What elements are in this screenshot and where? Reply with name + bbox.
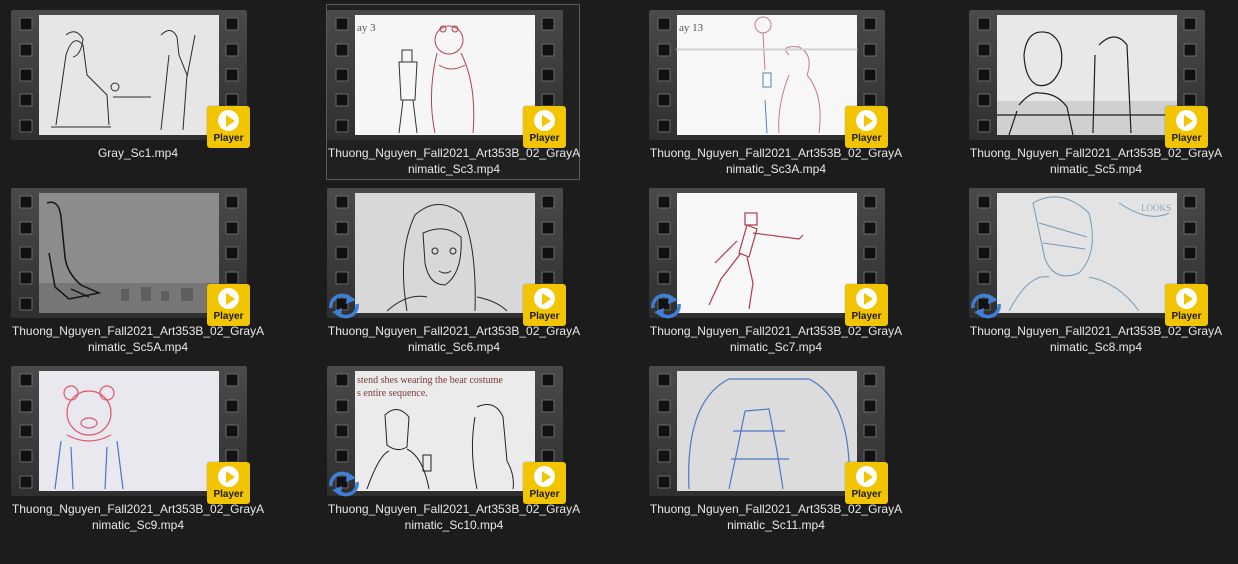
player-badge: Player	[1165, 106, 1208, 148]
file-name-line1: Thuong_Nguyen_Fall2021_Art353B_02_GrayA	[649, 324, 903, 338]
svg-text:stend shes wearing the bear co: stend shes wearing the bear costume	[357, 375, 503, 386]
file-name-line1: Thuong_Nguyen_Fall2021_Art353B_02_GrayA	[649, 502, 903, 516]
file-item[interactable]: LOOKS Player Thuong_Nguyen_Fall2021_Art3…	[968, 182, 1222, 358]
player-label: Player	[851, 489, 882, 500]
svg-text:s entire sequence.: s entire sequence.	[357, 388, 428, 399]
file-item[interactable]: Player Thuong_Nguyen_Fall2021_Art353B_02…	[648, 360, 902, 536]
file-name-line2: nimatic_Sc7.mp4	[729, 340, 823, 354]
sync-pending-icon	[651, 293, 681, 319]
file-name-line2: nimatic_Sc3.mp4	[407, 162, 501, 176]
file-item[interactable]: ay 13 Player Thuong_Nguyen_Fall2021_Art3…	[648, 4, 902, 180]
file-name: Thuong_Nguyen_Fall2021_Art353B_02_GrayAn…	[969, 323, 1223, 355]
player-label: Player	[213, 489, 244, 500]
file-name-line1: Gray_Sc1.mp4	[97, 146, 179, 160]
file-name-line1: Thuong_Nguyen_Fall2021_Art353B_02_GrayA	[969, 324, 1223, 338]
file-name-line1: Thuong_Nguyen_Fall2021_Art353B_02_GrayA	[969, 146, 1223, 160]
sync-pending-icon	[329, 293, 359, 319]
sync-pending-icon	[971, 293, 1001, 319]
svg-text:LOOKS: LOOKS	[1141, 203, 1171, 213]
file-name: Thuong_Nguyen_Fall2021_Art353B_02_GrayAn…	[649, 145, 903, 177]
player-badge: Player	[207, 284, 250, 326]
player-label: Player	[529, 133, 560, 144]
file-name-line1: Thuong_Nguyen_Fall2021_Art353B_02_GrayA	[327, 502, 581, 516]
player-badge: Player	[845, 462, 888, 504]
player-label: Player	[529, 311, 560, 322]
file-name: Thuong_Nguyen_Fall2021_Art353B_02_GrayAn…	[327, 323, 581, 355]
file-name: Thuong_Nguyen_Fall2021_Art353B_02_GrayAn…	[11, 323, 265, 355]
file-name-line2: nimatic_Sc9.mp4	[91, 518, 185, 532]
file-item[interactable]: Player Gray_Sc1.mp4	[10, 4, 264, 180]
file-name-line2: nimatic_Sc10.mp4	[404, 518, 504, 532]
player-label: Player	[213, 311, 244, 322]
file-name: Thuong_Nguyen_Fall2021_Art353B_02_GrayAn…	[969, 145, 1223, 177]
sync-pending-icon	[329, 471, 359, 497]
file-name-line1: Thuong_Nguyen_Fall2021_Art353B_02_GrayA	[649, 146, 903, 160]
player-label: Player	[1171, 311, 1202, 322]
file-name: Thuong_Nguyen_Fall2021_Art353B_02_GrayAn…	[327, 501, 581, 533]
player-badge: Player	[523, 284, 566, 326]
file-name-line2: nimatic_Sc5.mp4	[1049, 162, 1143, 176]
file-item[interactable]: Player Thuong_Nguyen_Fall2021_Art353B_02…	[10, 182, 264, 358]
file-name-line1: Thuong_Nguyen_Fall2021_Art353B_02_GrayA	[327, 324, 581, 338]
file-name-line2: nimatic_Sc6.mp4	[407, 340, 501, 354]
file-name: Thuong_Nguyen_Fall2021_Art353B_02_GrayAn…	[327, 145, 581, 177]
file-item[interactable]: Player Thuong_Nguyen_Fall2021_Art353B_02…	[326, 182, 580, 358]
file-item[interactable]: stend shes wearing the bear costume s en…	[326, 360, 580, 536]
file-name: Thuong_Nguyen_Fall2021_Art353B_02_GrayAn…	[11, 501, 265, 533]
player-label: Player	[213, 133, 244, 144]
player-badge: Player	[207, 106, 250, 148]
file-name: Gray_Sc1.mp4	[11, 145, 265, 161]
file-item[interactable]: ay 3 Player Thuong_Nguyen_Fall2021_Art35…	[326, 4, 580, 180]
svg-text:ay 3: ay 3	[357, 22, 376, 34]
file-item[interactable]: Player Thuong_Nguyen_Fall2021_Art353B_02…	[648, 182, 902, 358]
player-badge: Player	[845, 106, 888, 148]
player-badge: Player	[523, 462, 566, 504]
file-item[interactable]: Player Thuong_Nguyen_Fall2021_Art353B_02…	[10, 360, 264, 536]
file-name-line1: Thuong_Nguyen_Fall2021_Art353B_02_GrayA	[327, 146, 581, 160]
player-badge: Player	[1165, 284, 1208, 326]
svg-text:ay 13: ay 13	[679, 22, 704, 34]
player-label: Player	[851, 311, 882, 322]
file-name-line2: nimatic_Sc8.mp4	[1049, 340, 1143, 354]
file-name-line1: Thuong_Nguyen_Fall2021_Art353B_02_GrayA	[11, 502, 265, 516]
file-name: Thuong_Nguyen_Fall2021_Art353B_02_GrayAn…	[649, 501, 903, 533]
file-name-line1: Thuong_Nguyen_Fall2021_Art353B_02_GrayA	[11, 324, 265, 338]
file-grid: Player Gray_Sc1.mp4 ay 3 Player Thuong_N…	[0, 0, 1238, 564]
player-badge: Player	[207, 462, 250, 504]
player-label: Player	[851, 133, 882, 144]
file-name-line2: nimatic_Sc11.mp4	[727, 518, 825, 532]
file-name-line2: nimatic_Sc3A.mp4	[725, 162, 827, 176]
file-item[interactable]: Player Thuong_Nguyen_Fall2021_Art353B_02…	[968, 4, 1222, 180]
player-label: Player	[529, 489, 560, 500]
file-name: Thuong_Nguyen_Fall2021_Art353B_02_GrayAn…	[649, 323, 903, 355]
player-badge: Player	[845, 284, 888, 326]
player-label: Player	[1171, 133, 1202, 144]
player-badge: Player	[523, 106, 566, 148]
file-name-line2: nimatic_Sc5A.mp4	[87, 340, 189, 354]
